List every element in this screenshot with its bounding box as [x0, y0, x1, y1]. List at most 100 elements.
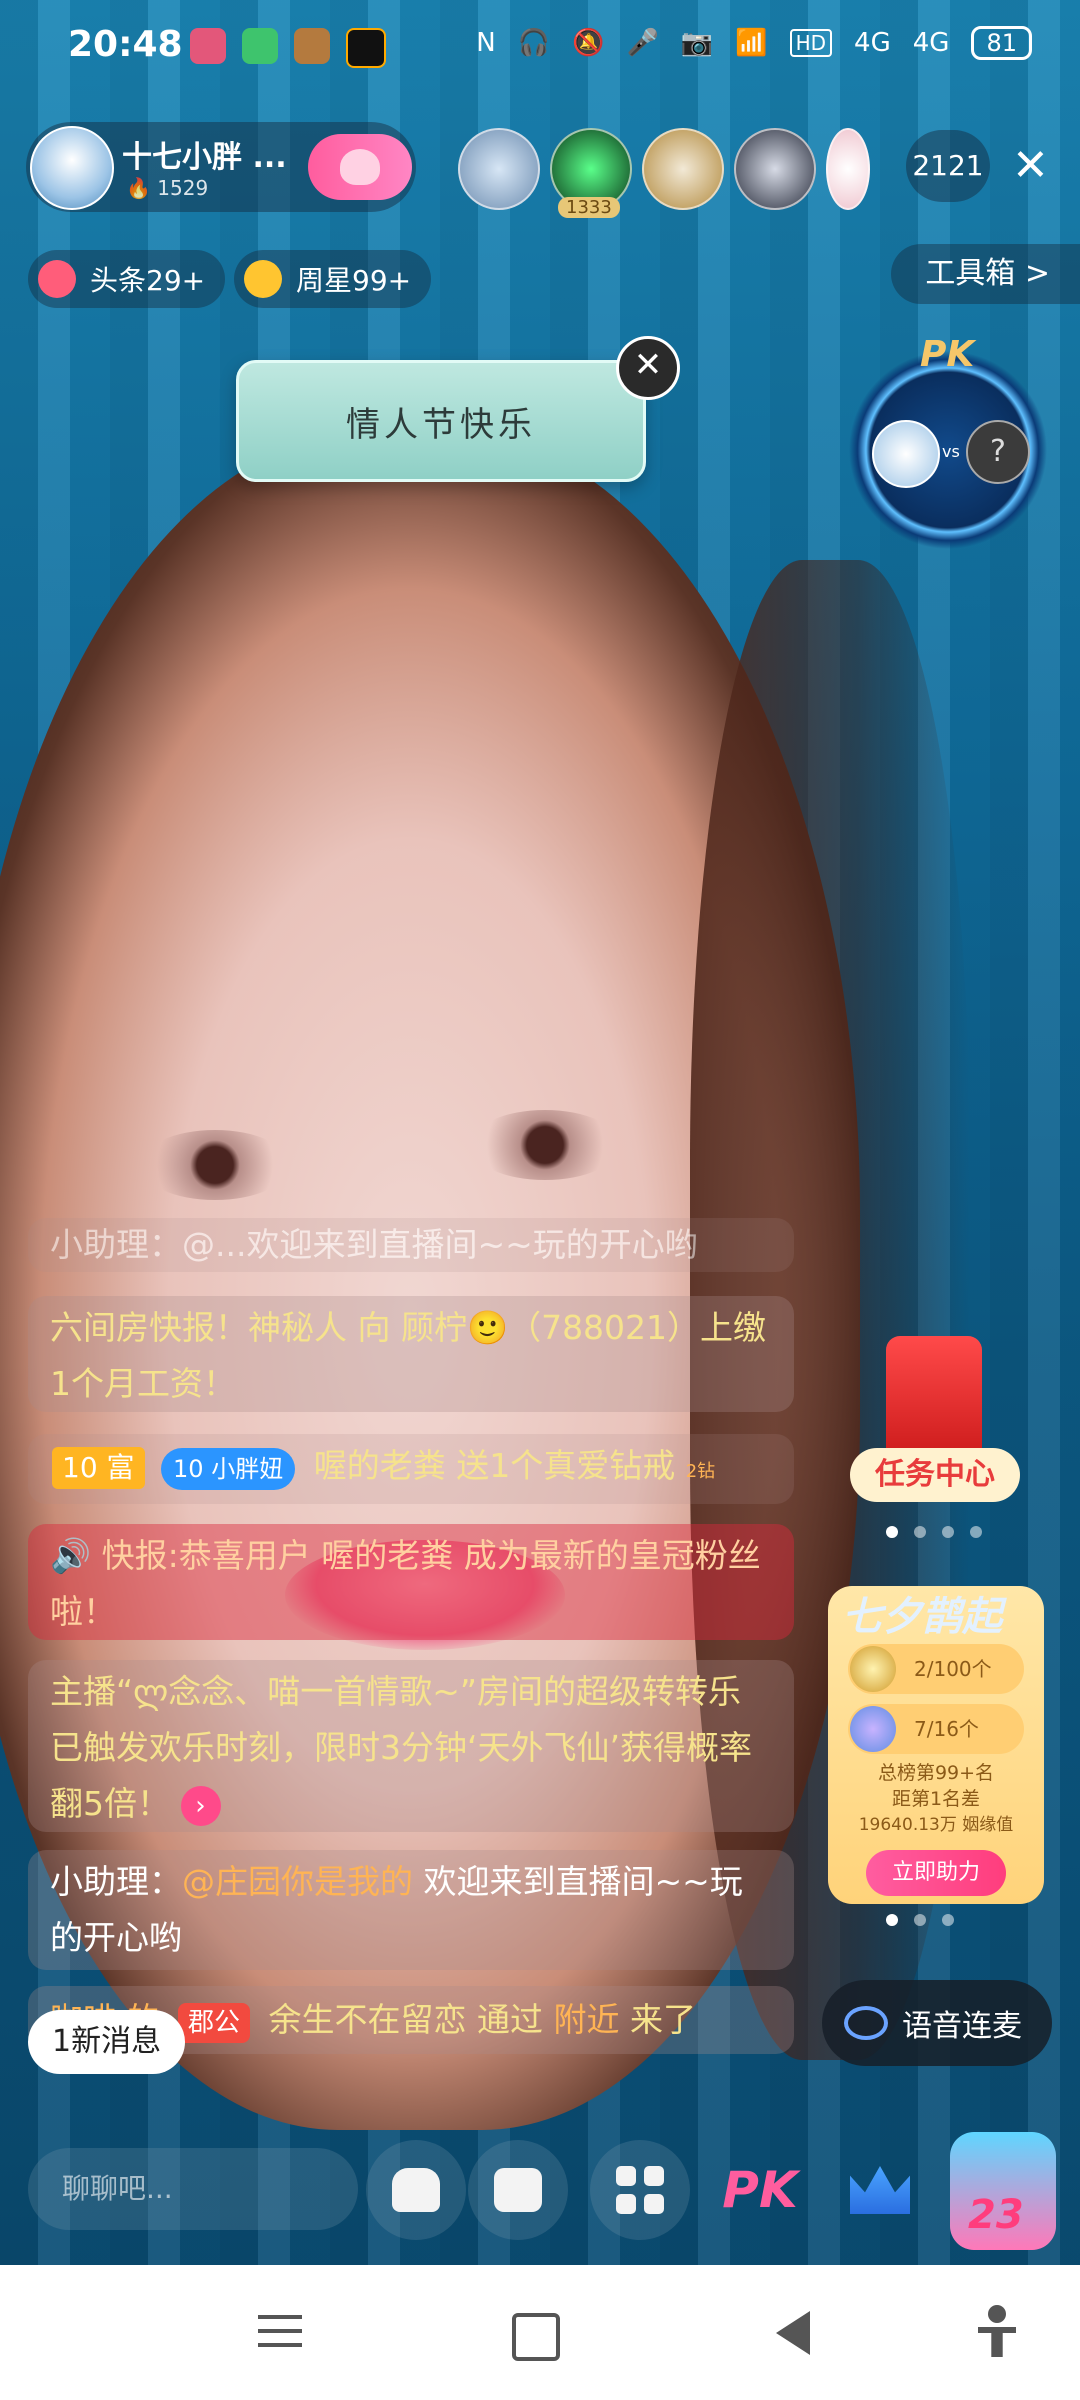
- join-end: 来了: [630, 2000, 697, 2039]
- left-eye: [140, 1130, 290, 1200]
- app-icon: [294, 28, 330, 64]
- helper-mention[interactable]: @庄园你是我的: [182, 1862, 413, 1901]
- gift-button[interactable]: 23: [950, 2132, 1056, 2250]
- speaker-icon: 🔊: [50, 1536, 92, 1575]
- qixi-value: 19640.13万 姻缘值: [858, 1815, 1014, 1835]
- pk-anchor-avatar: [872, 420, 940, 488]
- fan-badge: 10 小胖妞: [161, 1448, 296, 1490]
- chat-input[interactable]: 聊聊吧...: [28, 2148, 358, 2230]
- likes-count: 1529: [157, 176, 209, 200]
- pk-opponent-avatar: ?: [966, 420, 1030, 484]
- fan-name: 小胖妞: [211, 1455, 284, 1483]
- app-icon: [190, 28, 226, 64]
- gift-text: 送1个真爱钻戒: [456, 1446, 676, 1485]
- host-text: 主播“ლ念念、喵一首情歌~”房间的超级转转乐已触发欢乐时刻，限时3分钟‘天外飞仙…: [50, 1672, 752, 1823]
- accessibility-icon[interactable]: [975, 2305, 1019, 2361]
- host-message: 主播“ლ念念、喵一首情歌~”房间的超级转转乐已触发欢乐时刻，限时3分钟‘天外飞仙…: [28, 1660, 794, 1832]
- wifi-icon: 📶: [735, 28, 768, 58]
- alert-message: 🔊 快报:恭喜用户 喔的老粪 成为最新的皇冠粉丝啦！: [28, 1524, 794, 1640]
- sofa-button[interactable]: [366, 2140, 466, 2240]
- join-name[interactable]: 余生不在留恋: [269, 2000, 467, 2039]
- more-apps-button[interactable]: [590, 2140, 690, 2240]
- battery-indicator: 81: [971, 26, 1032, 60]
- gift-count: 2钻: [685, 1461, 716, 1482]
- anchor-name: 十七小胖 ...: [122, 140, 287, 175]
- qixi-title: 七夕鹊起: [842, 1594, 1002, 1640]
- viewer-badge: 1333: [558, 197, 620, 218]
- nfc-icon: N: [476, 28, 496, 58]
- pk-vs: vs: [942, 442, 960, 461]
- system-status: N 🎧 🔕 🎤 📷 📶 HD 4G 4G 81: [476, 26, 1032, 60]
- network-label: 4G: [912, 28, 950, 58]
- message-button[interactable]: [468, 2140, 568, 2240]
- mic-icon: 🎤: [626, 28, 659, 58]
- wealth-level-badge: 10 富: [52, 1447, 145, 1489]
- chevron-right-icon[interactable]: ›: [180, 1785, 221, 1826]
- task-pager: [886, 1526, 982, 1538]
- close-icon[interactable]: ✕: [1012, 144, 1049, 188]
- headline-label: 头条29+: [90, 264, 206, 297]
- mute-icon: 🔕: [572, 28, 605, 58]
- status-bar: 20:48 N 🎧 🔕 🎤 📷 📶 HD 4G 4G 81: [0, 0, 1080, 96]
- grid-icon: [616, 2166, 664, 2214]
- chat-text: 六间房快报！神秘人 向 顾柠🙂（788021）上缴1个月工资！: [50, 1308, 767, 1403]
- gift-user[interactable]: 喔的老粪: [314, 1446, 446, 1485]
- star-icon: [244, 260, 282, 298]
- headline-chip[interactable]: 头条29+: [28, 250, 226, 308]
- qixi-pager: [886, 1914, 954, 1926]
- greeting-banner: 情人节快乐: [236, 360, 646, 482]
- notification-icons: [190, 28, 386, 68]
- viewer-avatar[interactable]: [642, 128, 724, 210]
- follow-button[interactable]: [308, 134, 412, 200]
- qixi-row: 2/100个: [848, 1644, 1024, 1694]
- viewer-avatar[interactable]: [826, 128, 870, 210]
- chat-text: 小助理：@...欢迎来到直播间~~玩的开心哟: [50, 1225, 698, 1264]
- viewer-avatar[interactable]: 1333: [550, 128, 632, 218]
- anchor-likes: 🔥 1529: [126, 176, 209, 200]
- anchor-card[interactable]: 十七小胖 ... 🔥 1529: [26, 122, 416, 212]
- new-messages-button[interactable]: 1新消息: [28, 2010, 186, 2074]
- task-center[interactable]: 任务中心: [846, 1336, 1026, 1536]
- banner-close-icon[interactable]: ✕: [616, 336, 680, 400]
- couple-icon: [850, 1706, 896, 1752]
- rank-badge: 郡公: [178, 2003, 251, 2043]
- voice-link-button[interactable]: 语音连麦: [822, 1980, 1052, 2066]
- alert-prefix: 快报:: [101, 1536, 179, 1575]
- back-icon[interactable]: [776, 2311, 810, 2355]
- crown-button[interactable]: [830, 2140, 930, 2240]
- task-center-label: 任务中心: [850, 1448, 1020, 1502]
- sofa-icon: [392, 2168, 440, 2212]
- viewer-avatar[interactable]: [734, 128, 816, 210]
- heart-plus-icon: [340, 149, 380, 185]
- app-icon: [346, 28, 386, 68]
- menu-icon[interactable]: [252, 2305, 308, 2361]
- status-time: 20:48: [68, 24, 183, 65]
- link-icon: [844, 2006, 888, 2040]
- weekly-star-label: 周星99+: [296, 264, 412, 297]
- qixi-row2: 7/16个: [914, 1717, 979, 1741]
- anchor-avatar[interactable]: [30, 126, 114, 210]
- message-icon: [494, 2168, 542, 2212]
- app-icon: [242, 28, 278, 64]
- viewer-avatar[interactable]: [458, 128, 540, 210]
- qixi-row: 7/16个: [848, 1704, 1024, 1754]
- join-source: 附近: [553, 2000, 620, 2039]
- boost-button[interactable]: 立即助力: [866, 1850, 1006, 1896]
- gift-number: 23: [968, 2192, 1024, 2238]
- toolbox-button[interactable]: 工具箱 >: [891, 244, 1080, 304]
- pk-button-label: PK: [722, 2161, 798, 2219]
- flame-icon: [38, 260, 76, 298]
- weekly-star-chip[interactable]: 周星99+: [234, 250, 432, 308]
- voice-label: 语音连麦: [902, 2009, 1022, 2044]
- camera-icon: 📷: [680, 28, 714, 58]
- viewer-count[interactable]: 2121: [906, 130, 990, 202]
- home-icon[interactable]: [512, 2313, 560, 2361]
- chat-message: 六间房快报！神秘人 向 顾柠🙂（788021）上缴1个月工资！: [28, 1296, 794, 1412]
- system-navigation-bar: [0, 2265, 1080, 2400]
- pk-label: PK: [920, 334, 975, 375]
- fan-level: 10: [173, 1455, 204, 1483]
- right-eye: [470, 1110, 620, 1180]
- red-envelope-icon: [886, 1336, 982, 1466]
- helper-prefix: 小助理：: [50, 1862, 182, 1901]
- pk-button[interactable]: PK: [710, 2140, 810, 2240]
